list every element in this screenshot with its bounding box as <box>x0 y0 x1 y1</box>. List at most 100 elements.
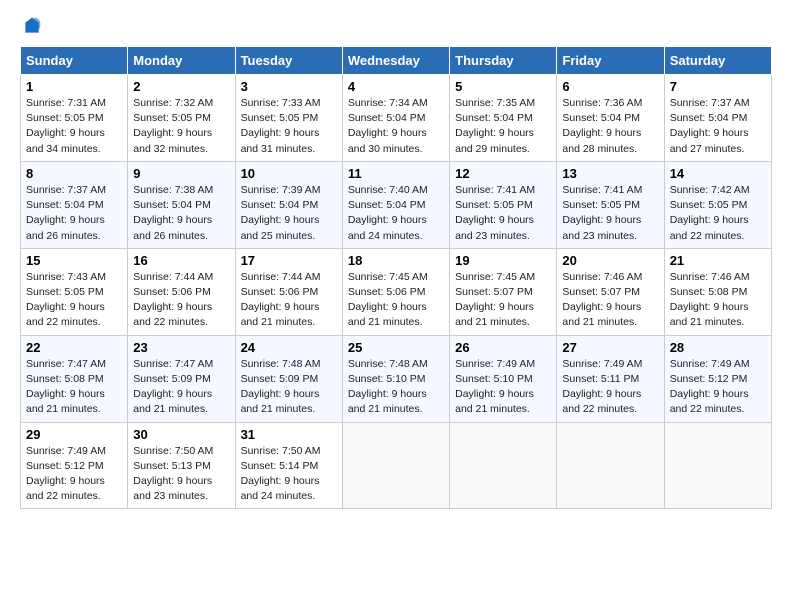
day-number: 16 <box>133 253 229 268</box>
day-info: Sunrise: 7:36 AMSunset: 5:04 PMDaylight:… <box>562 96 658 157</box>
day-number: 5 <box>455 79 551 94</box>
header-saturday: Saturday <box>664 47 771 75</box>
day-number: 14 <box>670 166 766 181</box>
header-tuesday: Tuesday <box>235 47 342 75</box>
day-info: Sunrise: 7:32 AMSunset: 5:05 PMDaylight:… <box>133 96 229 157</box>
day-info: Sunrise: 7:31 AMSunset: 5:05 PMDaylight:… <box>26 96 122 157</box>
calendar-cell: 18 Sunrise: 7:45 AMSunset: 5:06 PMDaylig… <box>342 248 449 335</box>
calendar-cell: 7 Sunrise: 7:37 AMSunset: 5:04 PMDayligh… <box>664 75 771 162</box>
day-number: 11 <box>348 166 444 181</box>
day-info: Sunrise: 7:46 AMSunset: 5:08 PMDaylight:… <box>670 270 766 331</box>
day-number: 9 <box>133 166 229 181</box>
calendar-cell: 24 Sunrise: 7:48 AMSunset: 5:09 PMDaylig… <box>235 335 342 422</box>
day-number: 2 <box>133 79 229 94</box>
calendar-cell: 19 Sunrise: 7:45 AMSunset: 5:07 PMDaylig… <box>450 248 557 335</box>
logo <box>20 16 42 36</box>
header-monday: Monday <box>128 47 235 75</box>
page-header <box>20 16 772 36</box>
day-number: 26 <box>455 340 551 355</box>
day-info: Sunrise: 7:41 AMSunset: 5:05 PMDaylight:… <box>455 183 551 244</box>
day-info: Sunrise: 7:37 AMSunset: 5:04 PMDaylight:… <box>670 96 766 157</box>
calendar-cell: 4 Sunrise: 7:34 AMSunset: 5:04 PMDayligh… <box>342 75 449 162</box>
day-info: Sunrise: 7:50 AMSunset: 5:14 PMDaylight:… <box>241 444 337 505</box>
day-number: 23 <box>133 340 229 355</box>
calendar-cell: 17 Sunrise: 7:44 AMSunset: 5:06 PMDaylig… <box>235 248 342 335</box>
calendar-cell: 25 Sunrise: 7:48 AMSunset: 5:10 PMDaylig… <box>342 335 449 422</box>
day-number: 21 <box>670 253 766 268</box>
day-number: 28 <box>670 340 766 355</box>
calendar-cell: 9 Sunrise: 7:38 AMSunset: 5:04 PMDayligh… <box>128 161 235 248</box>
day-number: 13 <box>562 166 658 181</box>
calendar-cell: 8 Sunrise: 7:37 AMSunset: 5:04 PMDayligh… <box>21 161 128 248</box>
header-wednesday: Wednesday <box>342 47 449 75</box>
calendar-cell: 3 Sunrise: 7:33 AMSunset: 5:05 PMDayligh… <box>235 75 342 162</box>
calendar-cell: 2 Sunrise: 7:32 AMSunset: 5:05 PMDayligh… <box>128 75 235 162</box>
day-number: 7 <box>670 79 766 94</box>
week-row-3: 15 Sunrise: 7:43 AMSunset: 5:05 PMDaylig… <box>21 248 772 335</box>
calendar-cell: 10 Sunrise: 7:39 AMSunset: 5:04 PMDaylig… <box>235 161 342 248</box>
header-thursday: Thursday <box>450 47 557 75</box>
day-number: 8 <box>26 166 122 181</box>
day-info: Sunrise: 7:43 AMSunset: 5:05 PMDaylight:… <box>26 270 122 331</box>
calendar-cell: 28 Sunrise: 7:49 AMSunset: 5:12 PMDaylig… <box>664 335 771 422</box>
week-row-2: 8 Sunrise: 7:37 AMSunset: 5:04 PMDayligh… <box>21 161 772 248</box>
day-number: 29 <box>26 427 122 442</box>
day-number: 20 <box>562 253 658 268</box>
calendar-cell: 14 Sunrise: 7:42 AMSunset: 5:05 PMDaylig… <box>664 161 771 248</box>
day-number: 6 <box>562 79 658 94</box>
day-info: Sunrise: 7:39 AMSunset: 5:04 PMDaylight:… <box>241 183 337 244</box>
calendar-cell: 12 Sunrise: 7:41 AMSunset: 5:05 PMDaylig… <box>450 161 557 248</box>
calendar-cell: 26 Sunrise: 7:49 AMSunset: 5:10 PMDaylig… <box>450 335 557 422</box>
week-row-1: 1 Sunrise: 7:31 AMSunset: 5:05 PMDayligh… <box>21 75 772 162</box>
day-info: Sunrise: 7:50 AMSunset: 5:13 PMDaylight:… <box>133 444 229 505</box>
day-number: 22 <box>26 340 122 355</box>
calendar-cell: 27 Sunrise: 7:49 AMSunset: 5:11 PMDaylig… <box>557 335 664 422</box>
calendar-body: 1 Sunrise: 7:31 AMSunset: 5:05 PMDayligh… <box>21 75 772 509</box>
day-number: 30 <box>133 427 229 442</box>
day-info: Sunrise: 7:49 AMSunset: 5:12 PMDaylight:… <box>26 444 122 505</box>
day-number: 4 <box>348 79 444 94</box>
day-info: Sunrise: 7:49 AMSunset: 5:10 PMDaylight:… <box>455 357 551 418</box>
calendar-cell: 5 Sunrise: 7:35 AMSunset: 5:04 PMDayligh… <box>450 75 557 162</box>
day-info: Sunrise: 7:37 AMSunset: 5:04 PMDaylight:… <box>26 183 122 244</box>
day-info: Sunrise: 7:42 AMSunset: 5:05 PMDaylight:… <box>670 183 766 244</box>
day-number: 10 <box>241 166 337 181</box>
day-info: Sunrise: 7:48 AMSunset: 5:09 PMDaylight:… <box>241 357 337 418</box>
week-row-4: 22 Sunrise: 7:47 AMSunset: 5:08 PMDaylig… <box>21 335 772 422</box>
calendar-cell: 6 Sunrise: 7:36 AMSunset: 5:04 PMDayligh… <box>557 75 664 162</box>
day-info: Sunrise: 7:49 AMSunset: 5:12 PMDaylight:… <box>670 357 766 418</box>
calendar-cell <box>342 422 449 509</box>
calendar-cell: 31 Sunrise: 7:50 AMSunset: 5:14 PMDaylig… <box>235 422 342 509</box>
day-info: Sunrise: 7:47 AMSunset: 5:08 PMDaylight:… <box>26 357 122 418</box>
calendar-cell <box>450 422 557 509</box>
calendar-header: SundayMondayTuesdayWednesdayThursdayFrid… <box>21 47 772 75</box>
day-info: Sunrise: 7:46 AMSunset: 5:07 PMDaylight:… <box>562 270 658 331</box>
day-info: Sunrise: 7:41 AMSunset: 5:05 PMDaylight:… <box>562 183 658 244</box>
header-friday: Friday <box>557 47 664 75</box>
day-number: 31 <box>241 427 337 442</box>
day-info: Sunrise: 7:34 AMSunset: 5:04 PMDaylight:… <box>348 96 444 157</box>
day-number: 15 <box>26 253 122 268</box>
logo-icon <box>22 16 42 36</box>
day-number: 3 <box>241 79 337 94</box>
day-info: Sunrise: 7:38 AMSunset: 5:04 PMDaylight:… <box>133 183 229 244</box>
day-number: 24 <box>241 340 337 355</box>
calendar-cell: 16 Sunrise: 7:44 AMSunset: 5:06 PMDaylig… <box>128 248 235 335</box>
calendar-table: SundayMondayTuesdayWednesdayThursdayFrid… <box>20 46 772 509</box>
day-number: 19 <box>455 253 551 268</box>
day-info: Sunrise: 7:45 AMSunset: 5:07 PMDaylight:… <box>455 270 551 331</box>
day-info: Sunrise: 7:44 AMSunset: 5:06 PMDaylight:… <box>241 270 337 331</box>
calendar-cell <box>664 422 771 509</box>
calendar-cell: 29 Sunrise: 7:49 AMSunset: 5:12 PMDaylig… <box>21 422 128 509</box>
day-number: 27 <box>562 340 658 355</box>
day-number: 25 <box>348 340 444 355</box>
day-info: Sunrise: 7:33 AMSunset: 5:05 PMDaylight:… <box>241 96 337 157</box>
calendar-cell <box>557 422 664 509</box>
day-info: Sunrise: 7:48 AMSunset: 5:10 PMDaylight:… <box>348 357 444 418</box>
day-info: Sunrise: 7:35 AMSunset: 5:04 PMDaylight:… <box>455 96 551 157</box>
calendar-cell: 23 Sunrise: 7:47 AMSunset: 5:09 PMDaylig… <box>128 335 235 422</box>
day-info: Sunrise: 7:49 AMSunset: 5:11 PMDaylight:… <box>562 357 658 418</box>
day-info: Sunrise: 7:47 AMSunset: 5:09 PMDaylight:… <box>133 357 229 418</box>
day-number: 18 <box>348 253 444 268</box>
calendar-cell: 30 Sunrise: 7:50 AMSunset: 5:13 PMDaylig… <box>128 422 235 509</box>
